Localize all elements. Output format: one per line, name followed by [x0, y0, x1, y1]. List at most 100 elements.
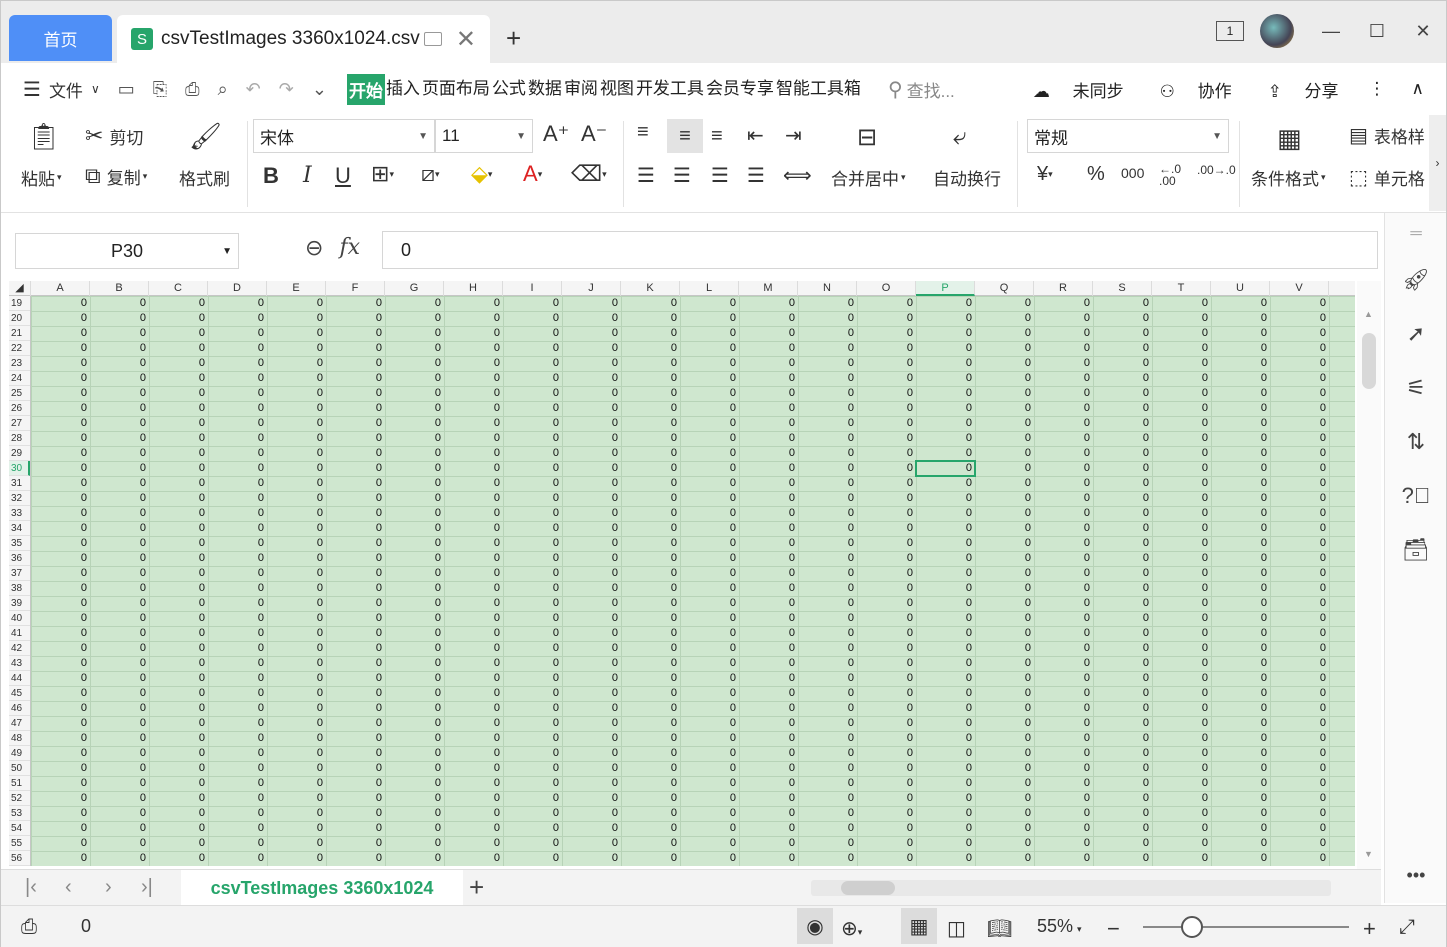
cell[interactable]: 0: [739, 311, 795, 326]
cell[interactable]: 0: [680, 371, 736, 386]
cell[interactable]: 0: [1034, 521, 1090, 536]
vertical-scrollbar[interactable]: ▲ ▼: [1357, 281, 1381, 869]
cell[interactable]: 0: [1034, 446, 1090, 461]
cell[interactable]: 0: [503, 701, 559, 716]
cell[interactable]: 0: [208, 791, 264, 806]
cell[interactable]: 0: [208, 566, 264, 581]
cell[interactable]: 0: [385, 461, 441, 476]
cell[interactable]: 0: [149, 716, 205, 731]
page-break-view-icon[interactable]: 📖︎: [987, 916, 1012, 941]
cell[interactable]: 0: [31, 581, 87, 596]
cell[interactable]: 0: [562, 701, 618, 716]
cell[interactable]: 0: [562, 401, 618, 416]
cell[interactable]: 0: [444, 341, 500, 356]
cell[interactable]: 0: [1270, 641, 1326, 656]
row-header[interactable]: 36: [9, 551, 30, 566]
cell[interactable]: 0: [90, 356, 146, 371]
cell[interactable]: 0: [857, 416, 913, 431]
number-format-select[interactable]: 常规 ▼: [1027, 119, 1229, 153]
cell[interactable]: 0: [31, 701, 87, 716]
cell[interactable]: 0: [1211, 416, 1267, 431]
cell[interactable]: 0: [1211, 776, 1267, 791]
cell[interactable]: 0: [739, 476, 795, 491]
cell[interactable]: 0: [680, 761, 736, 776]
cell[interactable]: 0: [1211, 656, 1267, 671]
cell[interactable]: 0: [975, 371, 1031, 386]
file-menu[interactable]: ☰ 文件 ∨: [23, 77, 100, 102]
cell[interactable]: 0: [975, 356, 1031, 371]
cell[interactable]: 0: [326, 761, 382, 776]
cell[interactable]: 0: [798, 551, 854, 566]
cell[interactable]: 0: [503, 821, 559, 836]
cell[interactable]: 0: [798, 716, 854, 731]
cell[interactable]: 0: [680, 536, 736, 551]
cell[interactable]: 0: [680, 731, 736, 746]
column-header[interactable]: B: [90, 281, 149, 296]
paste-button[interactable]: 📋︎: [27, 121, 60, 152]
cell[interactable]: 0: [385, 686, 441, 701]
cell[interactable]: 0: [1152, 356, 1208, 371]
cell[interactable]: 0: [208, 311, 264, 326]
cell[interactable]: 0: [208, 341, 264, 356]
cell[interactable]: 0: [798, 581, 854, 596]
cell[interactable]: 0: [975, 671, 1031, 686]
cell[interactable]: 0: [739, 401, 795, 416]
cell[interactable]: 0: [857, 311, 913, 326]
cell[interactable]: 0: [385, 416, 441, 431]
cell[interactable]: 0: [1270, 851, 1326, 866]
cell[interactable]: 0: [31, 341, 87, 356]
cell[interactable]: 0: [739, 491, 795, 506]
cell[interactable]: 0: [739, 566, 795, 581]
cell[interactable]: 0: [208, 761, 264, 776]
cell[interactable]: 0: [739, 356, 795, 371]
cell[interactable]: 0: [208, 641, 264, 656]
cell[interactable]: 0: [267, 371, 323, 386]
cell[interactable]: 0: [1034, 551, 1090, 566]
cell[interactable]: 0: [503, 656, 559, 671]
cell[interactable]: 0: [149, 476, 205, 491]
row-header[interactable]: 25: [9, 386, 30, 401]
cell[interactable]: 0: [621, 431, 677, 446]
cell[interactable]: 0: [857, 371, 913, 386]
cell[interactable]: 0: [1211, 566, 1267, 581]
wrap-text-button[interactable]: 自动换行: [933, 165, 1001, 190]
cell[interactable]: 0: [31, 746, 87, 761]
cell[interactable]: 0: [621, 566, 677, 581]
cell[interactable]: 0: [1034, 356, 1090, 371]
cell[interactable]: 0: [1152, 761, 1208, 776]
cell[interactable]: 0: [739, 506, 795, 521]
tab-view[interactable]: 视图: [599, 74, 635, 105]
cell[interactable]: 0: [1152, 641, 1208, 656]
cell[interactable]: 0: [562, 821, 618, 836]
cell[interactable]: 0: [798, 746, 854, 761]
cell[interactable]: 0: [621, 671, 677, 686]
cell[interactable]: 0: [385, 656, 441, 671]
fill-color-icon[interactable]: ⬙ ▾: [471, 161, 492, 187]
cell[interactable]: 0: [326, 491, 382, 506]
cell[interactable]: 0: [1270, 731, 1326, 746]
cell[interactable]: 0: [385, 311, 441, 326]
cell[interactable]: 0: [444, 716, 500, 731]
cell[interactable]: 0: [857, 671, 913, 686]
cell[interactable]: 0: [1152, 566, 1208, 581]
cell[interactable]: 0: [31, 356, 87, 371]
cell[interactable]: 0: [149, 641, 205, 656]
cell[interactable]: 0: [385, 431, 441, 446]
cell[interactable]: 0: [267, 476, 323, 491]
collab-button[interactable]: ⚇ 协作: [1142, 77, 1232, 102]
cell[interactable]: 0: [503, 506, 559, 521]
cell[interactable]: 0: [503, 716, 559, 731]
cell[interactable]: 0: [1152, 656, 1208, 671]
row-header[interactable]: 42: [9, 641, 30, 656]
save-icon[interactable]: ▭: [118, 79, 135, 100]
cell[interactable]: 0: [149, 776, 205, 791]
cell[interactable]: 0: [916, 341, 972, 356]
increase-font-icon[interactable]: A⁺: [543, 121, 569, 147]
cell[interactable]: 0: [1152, 776, 1208, 791]
cell[interactable]: 0: [1211, 836, 1267, 851]
cell[interactable]: 0: [149, 551, 205, 566]
cell[interactable]: 0: [857, 386, 913, 401]
cell[interactable]: 0: [621, 446, 677, 461]
cell[interactable]: 0: [916, 506, 972, 521]
cell[interactable]: 0: [503, 761, 559, 776]
